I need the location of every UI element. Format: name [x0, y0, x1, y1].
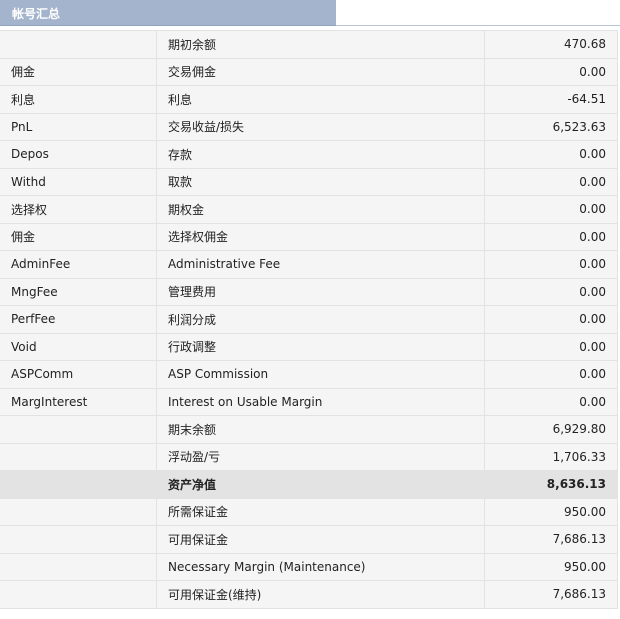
row-value: 950.00: [484, 498, 618, 526]
table-row: 浮动盈/亏 1,706.33: [0, 443, 618, 471]
row-code: Depos: [0, 140, 157, 169]
header-divider: [336, 25, 620, 26]
row-value: 1,706.33: [484, 443, 618, 471]
row-label: 交易佣金: [156, 58, 485, 86]
row-label: 行政调整: [156, 333, 485, 361]
account-summary-table: 期初余额 470.68 佣金 交易佣金 0.00 利息 利息 -64.51 PnL 交易收益/损失…: [0, 30, 618, 609]
row-code: ASPComm: [0, 360, 157, 389]
row-code: [0, 580, 157, 609]
row-code: 利息: [0, 85, 157, 114]
row-value: 0.00: [484, 223, 618, 251]
table-row: 佣金 选择权佣金 0.00: [0, 223, 618, 251]
row-label: ASP Commission: [156, 360, 485, 389]
table-row-total: 资产净值 8,636.13: [0, 470, 618, 499]
table-row: 期初余额 470.68: [0, 30, 618, 59]
table-row: PerfFee 利润分成 0.00: [0, 305, 618, 334]
row-value: 0.00: [484, 360, 618, 389]
row-label: 利润分成: [156, 305, 485, 334]
row-label: 利息: [156, 85, 485, 114]
table-row: Withd 取款 0.00: [0, 168, 618, 196]
table-row: 期末余额 6,929.80: [0, 415, 618, 444]
row-value: 0.00: [484, 278, 618, 306]
row-code: [0, 525, 157, 554]
row-label: 可用保证金: [156, 525, 485, 554]
row-value: 0.00: [484, 195, 618, 224]
table-row: 佣金 交易佣金 0.00: [0, 58, 618, 86]
table-row: Necessary Margin (Maintenance) 950.00: [0, 553, 618, 581]
row-value: 0.00: [484, 168, 618, 196]
row-code: MngFee: [0, 278, 157, 306]
table-row: Depos 存款 0.00: [0, 140, 618, 169]
row-label: 所需保证金: [156, 498, 485, 526]
row-code: [0, 470, 157, 499]
row-code: Void: [0, 333, 157, 361]
row-value: 7,686.13: [484, 525, 618, 554]
row-code: 佣金: [0, 223, 157, 251]
row-label: 交易收益/损失: [156, 113, 485, 141]
row-label: 管理费用: [156, 278, 485, 306]
row-label: 期初余额: [156, 30, 485, 59]
row-label: 期权金: [156, 195, 485, 224]
row-label: 选择权佣金: [156, 223, 485, 251]
table-row: MngFee 管理费用 0.00: [0, 278, 618, 306]
row-code: PerfFee: [0, 305, 157, 334]
row-code: [0, 415, 157, 444]
table-row: Void 行政调整 0.00: [0, 333, 618, 361]
row-code: AdminFee: [0, 250, 157, 279]
row-label: Necessary Margin (Maintenance): [156, 553, 485, 581]
table-row: 可用保证金(维持) 7,686.13: [0, 580, 618, 609]
table-row: AdminFee Administrative Fee 0.00: [0, 250, 618, 279]
row-code: 选择权: [0, 195, 157, 224]
row-value: 6,929.80: [484, 415, 618, 444]
row-value: 0.00: [484, 58, 618, 86]
row-code: [0, 30, 157, 59]
row-label: 资产净值: [156, 470, 485, 499]
row-code: Withd: [0, 168, 157, 196]
row-label: 浮动盈/亏: [156, 443, 485, 471]
row-label: 期末余额: [156, 415, 485, 444]
table-row: 利息 利息 -64.51: [0, 85, 618, 114]
table-row: 可用保证金 7,686.13: [0, 525, 618, 554]
table-row: 选择权 期权金 0.00: [0, 195, 618, 224]
row-label: 可用保证金(维持): [156, 580, 485, 609]
row-value: 0.00: [484, 140, 618, 169]
row-code: MargInterest: [0, 388, 157, 416]
row-code: [0, 553, 157, 581]
table-row: ASPComm ASP Commission 0.00: [0, 360, 618, 389]
row-value: 470.68: [484, 30, 618, 59]
account-summary-title: 帐号汇总: [12, 7, 61, 21]
row-value: 0.00: [484, 388, 618, 416]
row-label: Administrative Fee: [156, 250, 485, 279]
row-code: [0, 498, 157, 526]
table-row: 所需保证金 950.00: [0, 498, 618, 526]
row-code: 佣金: [0, 58, 157, 86]
row-value: 950.00: [484, 553, 618, 581]
row-value: 7,686.13: [484, 580, 618, 609]
row-value: 0.00: [484, 250, 618, 279]
row-value: 0.00: [484, 305, 618, 334]
row-value: -64.51: [484, 85, 618, 114]
row-label: 存款: [156, 140, 485, 169]
row-code: [0, 443, 157, 471]
table-row: PnL 交易收益/损失 6,523.63: [0, 113, 618, 141]
row-value: 8,636.13: [484, 470, 618, 499]
row-label: 取款: [156, 168, 485, 196]
row-value: 0.00: [484, 333, 618, 361]
row-code: PnL: [0, 113, 157, 141]
row-label: Interest on Usable Margin: [156, 388, 485, 416]
table-row: MargInterest Interest on Usable Margin 0.0…: [0, 388, 618, 416]
account-summary-tab[interactable]: 帐号汇总: [0, 0, 336, 26]
row-value: 6,523.63: [484, 113, 618, 141]
